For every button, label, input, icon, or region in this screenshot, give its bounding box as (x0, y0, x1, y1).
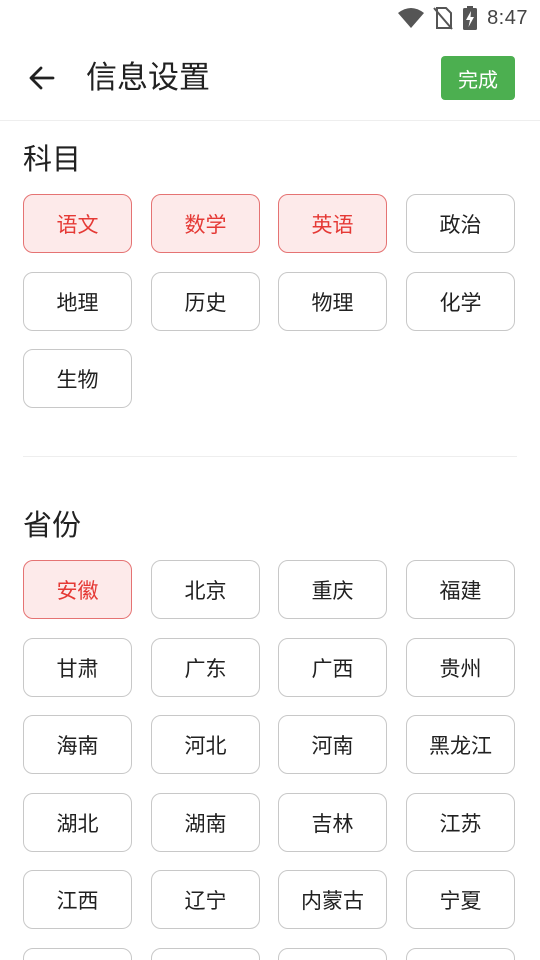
subject-chip[interactable]: 数学 (151, 194, 260, 253)
no-sim-icon (433, 6, 453, 30)
wifi-icon (397, 7, 425, 29)
provinces-title: 省份 (23, 508, 82, 542)
province-chip[interactable] (406, 948, 515, 960)
province-chip[interactable]: 湖南 (151, 793, 260, 852)
province-chip[interactable]: 甘肃 (23, 638, 132, 697)
province-chip[interactable]: 北京 (151, 560, 260, 619)
province-chip[interactable]: 河北 (151, 715, 260, 774)
subject-chip[interactable]: 化学 (406, 272, 515, 331)
province-chip[interactable]: 河南 (278, 715, 387, 774)
status-icons: 8:47 (397, 4, 528, 32)
status-time: 8:47 (487, 6, 528, 29)
province-chip[interactable]: 江西 (23, 870, 132, 929)
subject-chip[interactable]: 英语 (278, 194, 387, 253)
app-bar: 信息设置 完成 (0, 36, 540, 121)
province-chip[interactable] (23, 948, 132, 960)
province-chip[interactable] (278, 948, 387, 960)
province-chip[interactable]: 江苏 (406, 793, 515, 852)
province-chip[interactable]: 广东 (151, 638, 260, 697)
battery-charging-icon (463, 6, 478, 30)
province-chip[interactable]: 福建 (406, 560, 515, 619)
subject-chip[interactable]: 地理 (23, 272, 132, 331)
province-chip[interactable]: 宁夏 (406, 870, 515, 929)
done-button[interactable]: 完成 (441, 56, 515, 100)
province-chip[interactable]: 吉林 (278, 793, 387, 852)
subject-chip[interactable]: 语文 (23, 194, 132, 253)
province-chip[interactable]: 海南 (23, 715, 132, 774)
subject-chip[interactable]: 政治 (406, 194, 515, 253)
province-chip[interactable]: 安徽 (23, 560, 132, 619)
province-chip[interactable]: 内蒙古 (278, 870, 387, 929)
content: 科目 语文 数学 英语 政治地理 历史 物理 化学生物 省份 安徽 北京 重庆 福建甘肃 广东 广西贵… (0, 121, 540, 960)
province-chip[interactable]: 黑龙江 (406, 715, 515, 774)
province-chip[interactable]: 广西 (278, 638, 387, 697)
page-title: 信息设置 (86, 60, 210, 96)
subject-chip[interactable]: 物理 (278, 272, 387, 331)
section-divider (23, 456, 517, 457)
subject-chip[interactable]: 历史 (151, 272, 260, 331)
status-bar: 8:47 (0, 0, 540, 36)
back-button[interactable] (20, 56, 64, 100)
province-chip[interactable] (151, 948, 260, 960)
arrow-left-icon (29, 66, 55, 90)
province-chip[interactable]: 湖北 (23, 793, 132, 852)
subject-chip[interactable]: 生物 (23, 349, 132, 408)
province-chip[interactable]: 辽宁 (151, 870, 260, 929)
subjects-title: 科目 (23, 142, 82, 176)
province-chip[interactable]: 贵州 (406, 638, 515, 697)
province-chip[interactable]: 重庆 (278, 560, 387, 619)
